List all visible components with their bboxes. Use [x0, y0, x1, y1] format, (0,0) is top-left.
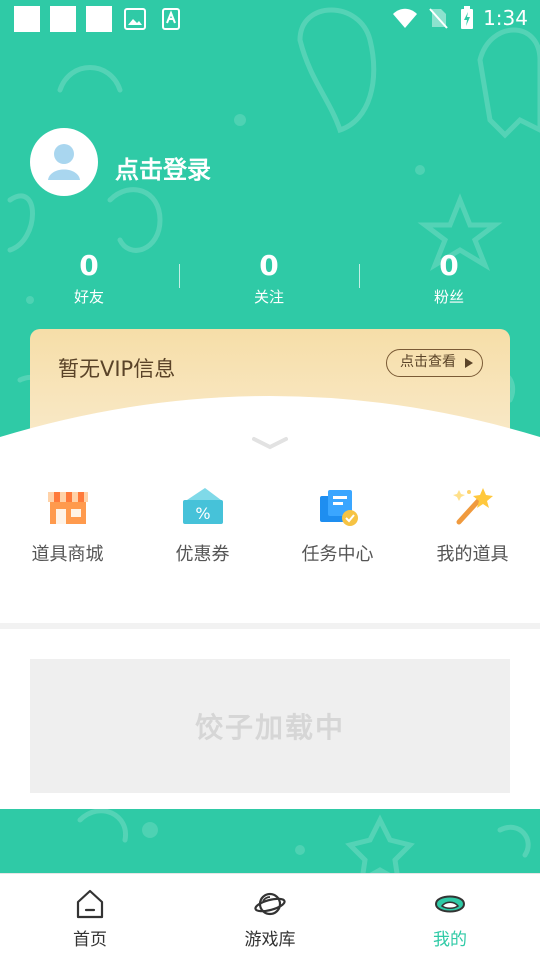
menu-label: 任务中心: [301, 544, 374, 565]
avatar[interactable]: [30, 128, 98, 196]
vip-info-text: 暂无VIP信息: [58, 357, 176, 381]
clock: 1:34: [483, 6, 528, 30]
nav-mine[interactable]: 我的: [360, 874, 540, 960]
menu-item-my-items[interactable]: 我的道具: [405, 482, 540, 566]
user-icon: [48, 144, 80, 180]
notification-icon: [14, 6, 40, 32]
coupon-icon: %: [182, 488, 223, 524]
menu-item-shop[interactable]: 道具商城: [0, 482, 135, 566]
vip-view-label: 点击查看: [400, 354, 456, 370]
magic-wand-icon: [452, 488, 493, 525]
loading-placeholder: 饺子加载中: [30, 659, 510, 793]
nav-label: 游戏库: [244, 930, 296, 950]
stat-label: 好友: [73, 288, 104, 306]
vip-view-button[interactable]: 点击查看: [386, 349, 483, 377]
nav-home[interactable]: 首页: [0, 874, 180, 960]
menu-item-coupon[interactable]: % 优惠券: [135, 482, 270, 566]
nav-game-library[interactable]: 游戏库: [180, 874, 360, 960]
menu-label: 我的道具: [436, 544, 509, 565]
stat-fans[interactable]: 0 粉丝: [379, 250, 519, 307]
stat-value: 0: [79, 249, 99, 282]
loading-text: 饺子加载中: [194, 711, 345, 744]
home-icon: [76, 889, 104, 919]
bottom-nav: 首页 游戏库 我的: [0, 873, 540, 960]
divider: [359, 264, 360, 288]
stat-label: 关注: [253, 288, 284, 306]
notification-icon: [50, 6, 76, 32]
mine-icon: [434, 895, 466, 913]
login-link[interactable]: 点击登录: [115, 150, 211, 185]
menu-label: 优惠券: [175, 544, 230, 565]
notification-icon: [86, 6, 112, 32]
content-section: 饺子加载中: [0, 629, 540, 809]
font-icon: [162, 8, 180, 30]
chevron-down-icon[interactable]: [252, 436, 288, 450]
play-arrow-icon: [465, 358, 473, 368]
stat-value: 0: [259, 249, 279, 282]
stat-value: 0: [439, 249, 459, 282]
stats-row: 0 好友 0 关注 0 粉丝: [0, 250, 540, 310]
stat-label: 粉丝: [433, 288, 464, 306]
nav-label: 我的: [433, 930, 467, 950]
svg-text:%: %: [195, 504, 210, 523]
shop-icon: [47, 492, 88, 524]
menu-item-tasks[interactable]: 任务中心: [270, 482, 405, 566]
planet-icon: [254, 892, 286, 916]
wifi-icon: [393, 8, 417, 28]
image-icon: [124, 8, 146, 30]
status-bar: 1:34: [0, 0, 540, 36]
feature-menu: 道具商城 % 优惠券 任务中心 我的道具: [0, 482, 540, 582]
battery-charging-icon: [461, 6, 473, 29]
stat-following[interactable]: 0 关注: [199, 250, 339, 307]
stat-friends[interactable]: 0 好友: [19, 250, 159, 307]
divider: [179, 264, 180, 288]
task-icon: [319, 490, 358, 526]
nav-label: 首页: [73, 930, 107, 950]
menu-label: 道具商城: [31, 544, 104, 565]
no-sim-icon: [429, 8, 448, 29]
